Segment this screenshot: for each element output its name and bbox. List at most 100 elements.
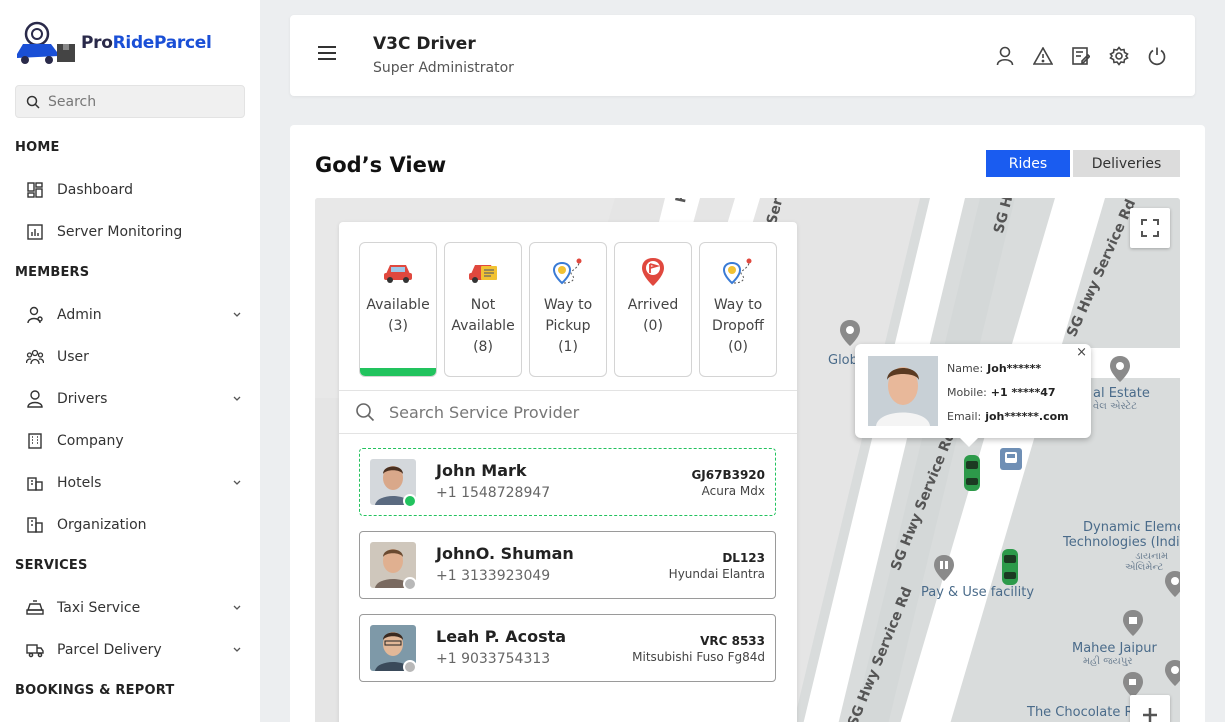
brand-logo[interactable]: ProRideParcel bbox=[15, 20, 212, 66]
sidebar-item-drivers[interactable]: Drivers bbox=[26, 384, 242, 414]
tab-count: (0) bbox=[643, 318, 663, 334]
map-place-label: વેલ એસ્ટેટ bbox=[1093, 401, 1138, 412]
sidebar-item-organization[interactable]: Organization bbox=[26, 510, 242, 540]
fullscreen-icon bbox=[1141, 219, 1159, 237]
map-place-label: Pay & Use facility bbox=[921, 585, 1035, 600]
admin-user-icon bbox=[26, 306, 44, 324]
driver-name: JohnO. Shuman bbox=[436, 544, 574, 563]
map-place-label: ડાયનામ bbox=[1135, 551, 1169, 562]
users-icon bbox=[26, 348, 44, 366]
sidebar-item-label: Organization bbox=[57, 517, 147, 533]
sidebar-item-company[interactable]: Company bbox=[26, 426, 242, 456]
map-place-label: Dynamic Eleme bbox=[1083, 520, 1180, 535]
sidebar-search[interactable] bbox=[15, 85, 245, 118]
sidebar-item-user[interactable]: User bbox=[26, 342, 242, 372]
car-marker-icon[interactable] bbox=[962, 454, 982, 492]
tab-available[interactable]: Available (3) bbox=[359, 242, 437, 377]
vehicle-plate: DL123 bbox=[722, 551, 765, 565]
map-pin-icon bbox=[840, 320, 860, 346]
edit-note-icon[interactable] bbox=[1071, 45, 1091, 67]
route-dropoff-icon bbox=[700, 255, 776, 289]
tab-count: (3) bbox=[388, 318, 408, 334]
sidebar-item-label: User bbox=[57, 349, 89, 365]
map-place-label: મહી જયપુર bbox=[1083, 656, 1133, 667]
tab-label: Arrived bbox=[627, 297, 679, 313]
truck-icon bbox=[26, 641, 44, 659]
route-pickup-icon bbox=[530, 255, 606, 289]
map-place-label: એલિમેન્ટ bbox=[1125, 562, 1164, 573]
driver-info-popup: Name: Joh****** Mobile: +1 *****47 Email: j… bbox=[855, 344, 1091, 447]
user-name: V3C Driver bbox=[373, 34, 476, 54]
vehicle-plate: GJ67B3920 bbox=[691, 468, 765, 482]
vehicle-model: Mitsubishi Fuso Fg84d bbox=[632, 650, 765, 664]
fullscreen-button[interactable] bbox=[1130, 208, 1170, 248]
section-services: SERVICES bbox=[15, 558, 88, 573]
alert-icon[interactable] bbox=[1033, 45, 1053, 67]
menu-toggle-icon[interactable] bbox=[318, 46, 336, 64]
user-icon[interactable] bbox=[995, 45, 1015, 67]
tab-arrived[interactable]: Arrived (0) bbox=[614, 242, 692, 377]
brand-name: ProRideParcel bbox=[81, 33, 212, 53]
sidebar-item-label: Hotels bbox=[57, 475, 102, 491]
gods-view-card: God’s View Rides Deliveries Rd Ser SG H … bbox=[290, 125, 1205, 722]
driver-card[interactable]: JohnO. Shuman +1 3133923049 DL123 Hyunda… bbox=[359, 531, 776, 599]
bus-stop-icon bbox=[1000, 448, 1022, 470]
driver-name: John Mark bbox=[436, 461, 527, 480]
power-icon[interactable] bbox=[1147, 45, 1167, 67]
sidebar-item-dashboard[interactable]: Dashboard bbox=[26, 175, 242, 205]
map-place-label: Mahee Jaipur bbox=[1072, 641, 1157, 656]
car-unavailable-icon bbox=[445, 255, 521, 289]
sidebar-item-label: Taxi Service bbox=[57, 600, 141, 616]
sidebar-search-input[interactable] bbox=[48, 93, 228, 110]
building-icon bbox=[26, 432, 44, 450]
rides-button[interactable]: Rides bbox=[986, 150, 1070, 177]
vehicle-model: Acura Mdx bbox=[701, 484, 765, 498]
map-pin-icon bbox=[1110, 356, 1130, 382]
driver-card[interactable]: Leah P. Acosta +1 9033754313 VRC 8533 Mi… bbox=[359, 614, 776, 682]
sidebar-item-label: Dashboard bbox=[57, 182, 133, 198]
online-status-dot bbox=[403, 494, 417, 508]
settings-icon[interactable] bbox=[1109, 45, 1129, 67]
chevron-down-icon bbox=[232, 643, 242, 659]
driver-name: Leah P. Acosta bbox=[436, 627, 567, 646]
section-home: HOME bbox=[15, 140, 60, 155]
restroom-pin-icon bbox=[934, 555, 954, 581]
vehicle-plate: VRC 8533 bbox=[700, 634, 765, 648]
tab-label: Not Available bbox=[451, 297, 515, 334]
zoom-in-button[interactable] bbox=[1130, 695, 1170, 722]
search-icon bbox=[26, 95, 40, 109]
section-bookings: BOOKINGS & REPORT bbox=[15, 683, 175, 698]
provider-search-input[interactable] bbox=[389, 402, 769, 422]
map-view[interactable]: Rd Ser SG H SG Hwy Service Rd SG Hwy Ser… bbox=[315, 198, 1180, 722]
sidebar-item-label: Admin bbox=[57, 307, 102, 323]
sidebar-item-hotels[interactable]: Hotels bbox=[26, 468, 242, 498]
provider-search[interactable] bbox=[339, 390, 797, 434]
sidebar-item-server-monitoring[interactable]: Server Monitoring bbox=[26, 217, 242, 247]
deliveries-button[interactable]: Deliveries bbox=[1073, 150, 1180, 177]
map-place-label: Glob bbox=[828, 353, 858, 368]
sidebar-item-parcel-delivery[interactable]: Parcel Delivery bbox=[26, 635, 242, 665]
sidebar-item-label: Drivers bbox=[57, 391, 108, 407]
close-icon[interactable]: × bbox=[1076, 345, 1087, 360]
car-marker-icon[interactable] bbox=[1000, 548, 1020, 586]
driver-card[interactable]: John Mark +1 1548728947 GJ67B3920 Acura … bbox=[359, 448, 776, 516]
driver-photo bbox=[868, 356, 938, 426]
tab-label: Available bbox=[366, 297, 430, 313]
chevron-down-icon bbox=[232, 392, 242, 408]
arrived-pin-icon bbox=[615, 255, 691, 289]
tab-label: Way to Pickup bbox=[543, 297, 593, 334]
sidebar-item-admin[interactable]: Admin bbox=[26, 300, 242, 330]
hotel-icon bbox=[26, 474, 44, 492]
page-title: God’s View bbox=[315, 153, 447, 177]
tab-not-available[interactable]: Not Available (8) bbox=[444, 242, 522, 377]
tab-way-to-pickup[interactable]: Way to Pickup (1) bbox=[529, 242, 607, 377]
taxi-logo-icon bbox=[15, 20, 77, 66]
vehicle-model: Hyundai Elantra bbox=[668, 567, 765, 581]
sidebar-item-label: Server Monitoring bbox=[57, 224, 183, 240]
sidebar-item-taxi-service[interactable]: Taxi Service bbox=[26, 593, 242, 623]
car-red-icon bbox=[360, 255, 436, 289]
map-pin-icon bbox=[1165, 571, 1180, 597]
tab-way-to-dropoff[interactable]: Way to Dropoff (0) bbox=[699, 242, 777, 377]
driver-panel: Available (3) Not Available (8) Way to P… bbox=[339, 222, 797, 722]
tab-count: (0) bbox=[728, 339, 748, 355]
